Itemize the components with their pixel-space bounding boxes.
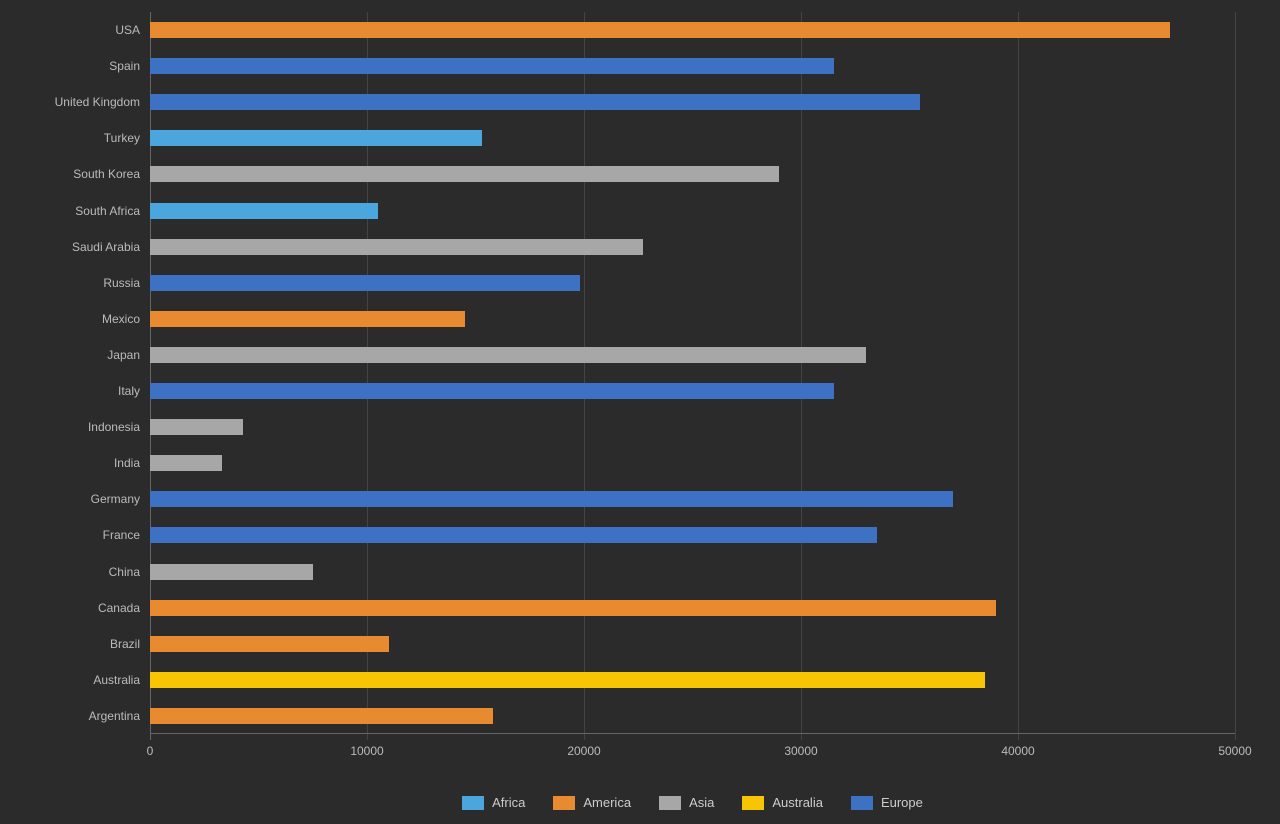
legend-label: Africa	[492, 795, 525, 810]
x-tick-label: 10000	[350, 744, 383, 758]
bar	[150, 347, 866, 363]
legend-swatch	[462, 796, 484, 810]
bar	[150, 491, 953, 507]
y-tick-label: Turkey	[104, 131, 140, 145]
bar	[150, 58, 834, 74]
bar	[150, 130, 482, 146]
legend-label: America	[583, 795, 631, 810]
legend-swatch	[553, 796, 575, 810]
grid-line	[1235, 12, 1236, 740]
bar	[150, 600, 996, 616]
legend-label: Europe	[881, 795, 923, 810]
bar	[150, 636, 389, 652]
legend-item: Europe	[851, 795, 923, 810]
x-tick-label: 20000	[567, 744, 600, 758]
y-tick-label: Indonesia	[88, 420, 140, 434]
y-tick-label: France	[103, 528, 140, 542]
bar-chart: USA Spain United Kingdom Turkey South Korea S…	[0, 0, 1280, 824]
plot-area: 01000020000300004000050000	[150, 12, 1235, 734]
legend-item: Asia	[659, 795, 714, 810]
y-tick-label: Italy	[118, 384, 140, 398]
bar	[150, 275, 580, 291]
legend-item: Australia	[742, 795, 823, 810]
y-tick-label: Australia	[93, 673, 140, 687]
bar	[150, 383, 834, 399]
bar	[150, 203, 378, 219]
y-tick-label: Spain	[109, 59, 140, 73]
bar	[150, 455, 222, 471]
legend-label: Australia	[772, 795, 823, 810]
y-tick-label: South Africa	[75, 204, 140, 218]
y-tick-label: Saudi Arabia	[72, 240, 140, 254]
y-tick-label: Germany	[91, 492, 140, 506]
legend-label: Asia	[689, 795, 714, 810]
y-tick-label: South Korea	[73, 167, 140, 181]
y-tick-label: Canada	[98, 601, 140, 615]
legend-swatch	[851, 796, 873, 810]
x-tick-label: 40000	[1001, 744, 1034, 758]
bar	[150, 239, 643, 255]
bar	[150, 564, 313, 580]
bar	[150, 708, 493, 724]
x-axis	[150, 733, 1235, 734]
bar	[150, 311, 465, 327]
legend: Africa America Asia Australia Europe	[150, 795, 1235, 810]
x-tick-label: 50000	[1218, 744, 1251, 758]
y-tick-label: Japan	[107, 348, 140, 362]
y-tick-label: Brazil	[110, 637, 140, 651]
y-tick-label: China	[109, 565, 140, 579]
legend-item: America	[553, 795, 631, 810]
bar	[150, 672, 985, 688]
legend-item: Africa	[462, 795, 525, 810]
bar	[150, 94, 920, 110]
bar	[150, 527, 877, 543]
x-tick-label: 30000	[784, 744, 817, 758]
y-tick-label: Mexico	[102, 312, 140, 326]
bar	[150, 419, 243, 435]
x-tick-label: 0	[147, 744, 154, 758]
bar	[150, 166, 779, 182]
y-tick-label: India	[114, 456, 140, 470]
bar	[150, 22, 1170, 38]
y-tick-label: USA	[115, 23, 140, 37]
legend-swatch	[659, 796, 681, 810]
y-tick-label: United Kingdom	[55, 95, 140, 109]
legend-swatch	[742, 796, 764, 810]
y-tick-label: Argentina	[89, 709, 140, 723]
bars	[150, 12, 1235, 734]
y-axis-labels: USA Spain United Kingdom Turkey South Korea S…	[0, 12, 140, 734]
y-tick-label: Russia	[103, 276, 140, 290]
